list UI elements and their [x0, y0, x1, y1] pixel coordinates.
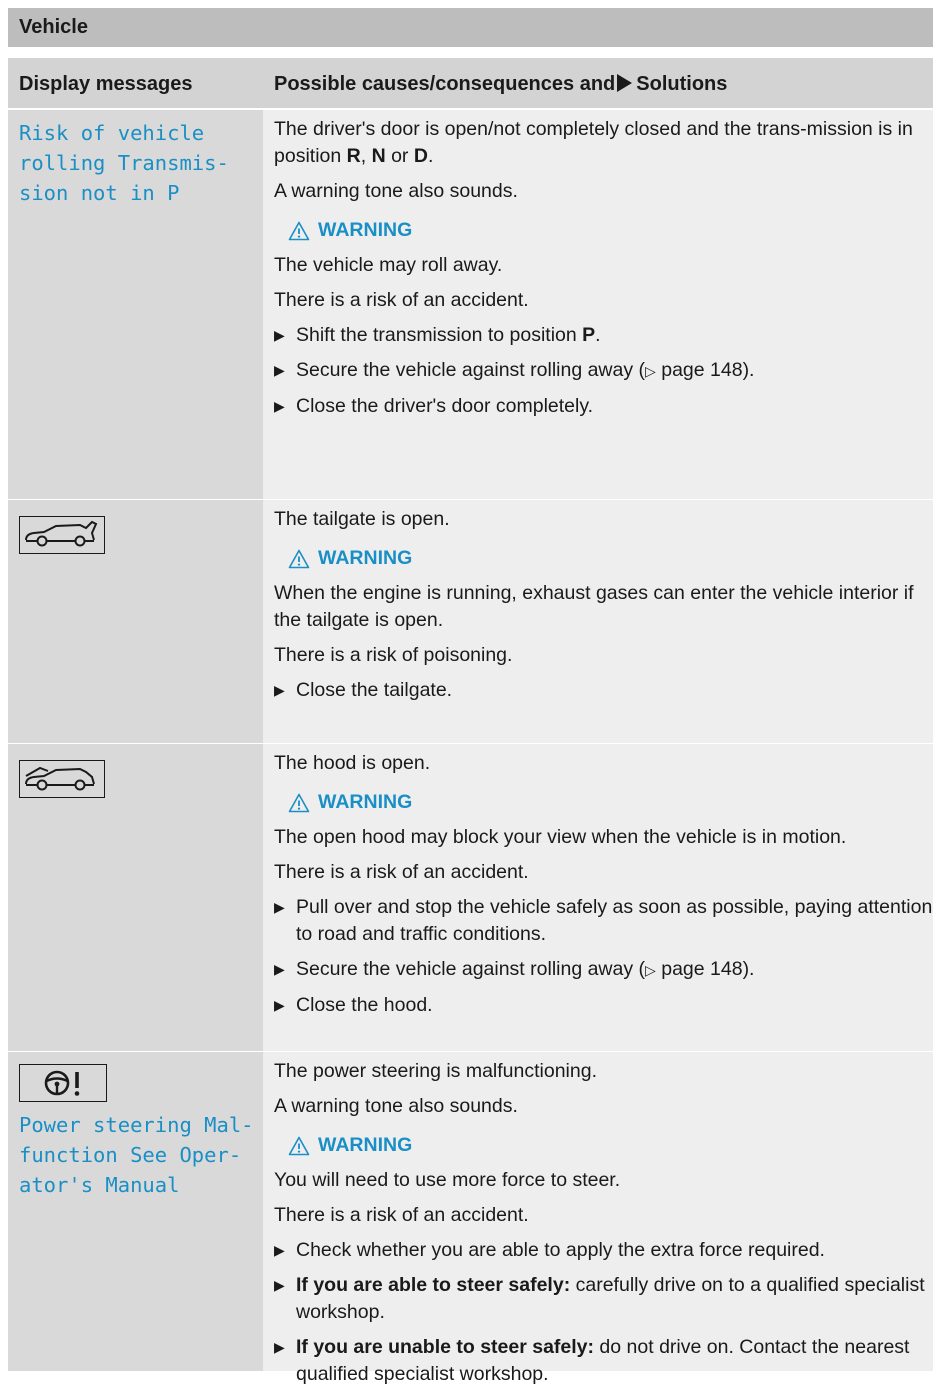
warning-tone-text: A warning tone also sounds.	[274, 1095, 518, 1117]
message-cell	[8, 744, 263, 1051]
message-cell	[8, 500, 263, 743]
cause-cell: The hood is open. WARNING The open hood …	[263, 744, 933, 1051]
cause-cell: The driver's door is open/not completely…	[263, 110, 933, 499]
cause-text: The driver's door is open/not completely…	[274, 118, 913, 167]
solution-step: ▶ Close the tailgate.	[274, 677, 933, 704]
arrow-bullet-icon: ▶	[274, 682, 285, 698]
cause-text: The power steering is malfunctioning.	[274, 1060, 597, 1082]
cause-text: The tailgate is open.	[274, 508, 450, 530]
header-solutions-text: Solutions	[636, 73, 728, 95]
cause-text: The hood is open.	[274, 752, 431, 774]
cause-cell: The power steering is malfunctioning. A …	[263, 1052, 933, 1385]
page-reference-icon: ▷	[645, 962, 656, 978]
tailgate-open-icon	[19, 516, 105, 554]
message-cell: Power steering Mal- function See Oper- a…	[8, 1052, 263, 1371]
display-message: Risk of vehicle rolling Transmis- sion n…	[19, 121, 229, 205]
table-header: Display messages Possible causes/consequ…	[8, 58, 933, 110]
solution-step: ▶ Shift the transmission to position P.	[274, 322, 933, 349]
arrow-bullet-icon: ▶	[274, 899, 285, 915]
table-row: Power steering Mal- function See Oper- a…	[8, 1052, 933, 1385]
warning-heading: WARNING	[288, 545, 933, 572]
arrow-bullet-icon: ▶	[274, 961, 285, 977]
warning-triangle-icon	[288, 1136, 310, 1155]
solution-step: ▶ Close the driver's door completely.	[274, 393, 933, 420]
warning-heading: WARNING	[288, 789, 933, 816]
warning-triangle-icon	[288, 793, 310, 812]
arrow-bullet-icon: ▶	[274, 398, 285, 414]
table-row: The hood is open. WARNING The open hood …	[8, 744, 933, 1052]
arrow-bullet-icon: ▶	[274, 1339, 285, 1355]
display-message: Power steering Mal- function See Oper- a…	[19, 1113, 254, 1197]
table-row: The tailgate is open. WARNING When the e…	[8, 500, 933, 744]
arrow-bullet-icon: ▶	[274, 362, 285, 378]
table-row: Risk of vehicle rolling Transmis- sion n…	[8, 110, 933, 500]
solution-step: ▶ If you are able to steer safely: carefu…	[274, 1272, 933, 1326]
cause-cell: The tailgate is open. WARNING When the e…	[263, 500, 933, 743]
warning-text: There is a risk of an accident.	[274, 861, 529, 883]
warning-tone-text: A warning tone also sounds.	[274, 180, 518, 202]
solution-step: ▶ Secure the vehicle against rolling away…	[274, 357, 933, 385]
solution-step: ▶ Pull over and stop the vehicle safely a…	[274, 894, 933, 948]
warning-text: The vehicle may roll away.	[274, 254, 503, 276]
warning-text: The open hood may block your view when t…	[274, 826, 847, 848]
header-causes-text: Possible causes/consequences and	[274, 73, 616, 95]
solution-step: ▶ Secure the vehicle against rolling away…	[274, 956, 933, 984]
header-display-messages: Display messages	[19, 73, 193, 95]
warning-text: There is a risk of an accident.	[274, 289, 529, 311]
warning-text: There is a risk of poisoning.	[274, 644, 513, 666]
warning-heading: WARNING	[288, 217, 933, 244]
message-cell: Risk of vehicle rolling Transmis- sion n…	[8, 110, 263, 499]
warning-text: When the engine is running, exhaust gase…	[274, 582, 914, 631]
power-steering-icon	[19, 1064, 107, 1102]
warning-triangle-icon	[288, 221, 310, 240]
hood-open-icon	[19, 760, 105, 798]
warning-triangle-icon	[288, 549, 310, 568]
solution-step: ▶ Check whether you are able to apply the…	[274, 1237, 933, 1264]
solution-step: ▶ If you are unable to steer safely: do n…	[274, 1334, 933, 1388]
arrow-bullet-icon: ▶	[274, 997, 285, 1013]
warning-heading: WARNING	[288, 1132, 933, 1159]
arrow-bullet-icon: ▶	[274, 1242, 285, 1258]
header-causes-solutions: Possible causes/consequences and Solution…	[263, 58, 933, 108]
arrow-bullet-icon: ▶	[274, 327, 285, 343]
arrow-bullet-icon	[617, 74, 633, 92]
display-messages-table: Display messages Possible causes/consequ…	[8, 58, 933, 1385]
solution-step: ▶ Close the hood.	[274, 992, 933, 1019]
page-reference-icon: ▷	[645, 363, 656, 379]
warning-text: There is a risk of an accident.	[274, 1204, 529, 1226]
warning-text: You will need to use more force to steer…	[274, 1169, 621, 1191]
section-title: Vehicle	[8, 8, 933, 47]
arrow-bullet-icon: ▶	[274, 1277, 285, 1293]
